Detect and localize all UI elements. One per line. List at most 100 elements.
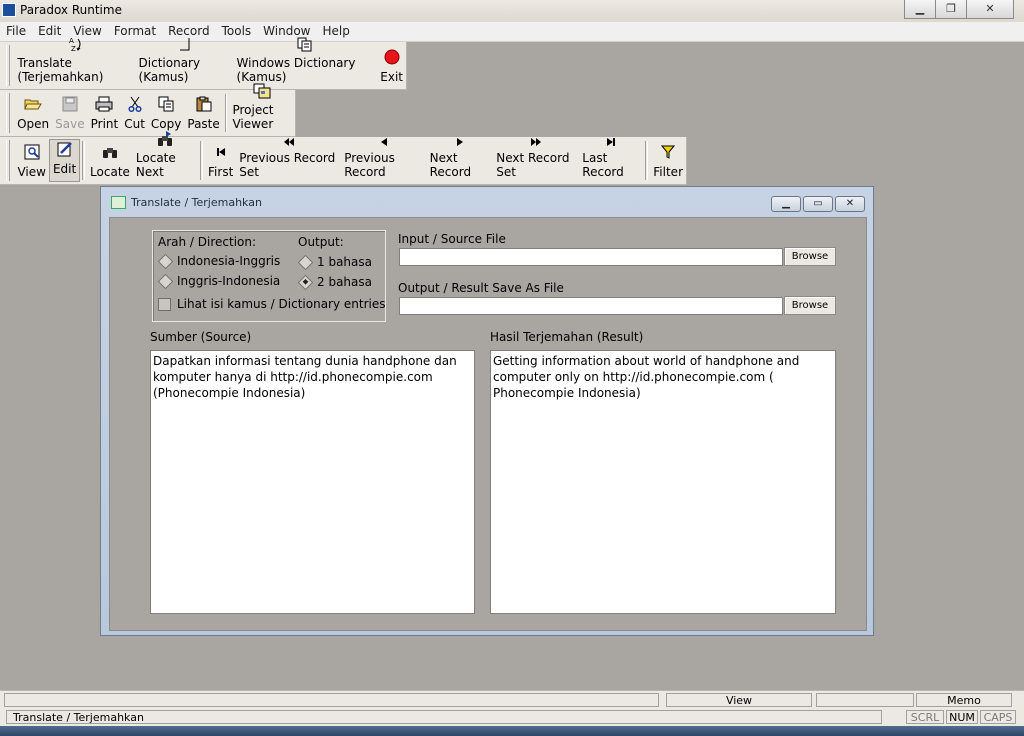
project-viewer-icon xyxy=(253,83,271,99)
exit-button[interactable]: Exit xyxy=(377,42,406,89)
project-viewer-button[interactable]: Project Viewer xyxy=(229,83,295,136)
status-caps: CAPS xyxy=(980,710,1016,724)
edit-button[interactable]: Edit xyxy=(48,139,81,182)
options-group: Arah / Direction: Output: Indonesia-Ingg… xyxy=(152,230,386,322)
radio-2-bahasa[interactable]: 2 bahasa xyxy=(297,274,372,290)
taskbar xyxy=(0,726,1024,736)
close-button[interactable]: ✕ xyxy=(966,0,1014,19)
printer-icon xyxy=(95,95,113,113)
output-label: Output: xyxy=(298,235,344,249)
binoculars-icon xyxy=(102,143,118,161)
menu-format[interactable]: Format xyxy=(108,22,162,38)
title-bar: Paradox Runtime ▁ ❐ ✕ xyxy=(0,0,1024,22)
status-mode: View xyxy=(666,693,812,707)
dialog-body: Arah / Direction: Output: Indonesia-Ingg… xyxy=(109,217,867,631)
view-button[interactable]: View xyxy=(14,137,48,184)
previous-icon xyxy=(380,137,388,147)
paste-clipboard-icon xyxy=(196,95,212,113)
next-record-button[interactable]: Next Record xyxy=(427,137,494,184)
status-bar-lower: Translate / Terjemahkan SCRL NUM CAPS xyxy=(0,708,1024,726)
open-button[interactable]: Open xyxy=(14,90,52,136)
toolbar-separator xyxy=(645,141,649,180)
first-record-button[interactable]: First xyxy=(205,137,236,184)
first-record-icon xyxy=(216,143,226,161)
radio-1-bahasa[interactable]: 1 bahasa xyxy=(297,254,372,270)
previous-set-icon xyxy=(283,137,295,147)
dialog-restore-button[interactable]: ▭ xyxy=(803,196,833,212)
previous-record-set-button[interactable]: Previous Record Set xyxy=(236,137,341,184)
radio-indicator xyxy=(157,273,174,289)
input-browse-button[interactable]: Browse xyxy=(784,247,836,266)
output-browse-button[interactable]: Browse xyxy=(784,296,836,315)
result-textarea[interactable]: Getting information about world of handp… xyxy=(490,350,836,614)
dialog-minimize-button[interactable]: ▁ xyxy=(771,196,801,212)
restore-button[interactable]: ❐ xyxy=(935,0,967,19)
next-icon xyxy=(456,137,464,147)
dialog-title: Translate / Terjemahkan xyxy=(131,196,262,209)
filter-button[interactable]: Filter xyxy=(650,137,686,184)
windows-dictionary-icon xyxy=(297,36,313,52)
save-icon xyxy=(62,95,78,113)
locate-next-button[interactable]: Locate Next xyxy=(133,131,198,184)
menu-bar: File Edit View Format Record Tools Window Help xyxy=(0,22,1024,42)
radio-indicator xyxy=(157,253,174,269)
status-form-name: Translate / Terjemahkan xyxy=(6,710,882,724)
scissors-icon xyxy=(128,95,142,113)
menu-edit[interactable]: Edit xyxy=(32,22,67,38)
dictionary-entries-checkbox[interactable]: Lihat isi kamus / Dictionary entries xyxy=(158,297,386,311)
save-button[interactable]: Save xyxy=(52,90,87,136)
toolbar-main: AZ Translate (Terjemahkan) Dictionary (K… xyxy=(0,37,407,90)
toolbar-separator xyxy=(82,141,86,180)
print-button[interactable]: Print xyxy=(88,90,122,136)
radio-indicator xyxy=(297,254,314,270)
menu-help[interactable]: Help xyxy=(316,22,355,38)
toolbar-file: Open Save Print Cut Copy Paste Project V… xyxy=(0,83,296,137)
status-bar: View Memo xyxy=(0,690,1024,709)
previous-record-button[interactable]: Previous Record xyxy=(341,137,426,184)
app-icon xyxy=(2,3,16,17)
source-textarea[interactable]: Dapatkan informasi tentang dunia handpho… xyxy=(150,350,475,614)
binoculars-next-icon xyxy=(157,131,175,147)
translate-icon: AZ xyxy=(67,36,83,52)
edit-pencil-icon xyxy=(57,140,73,158)
input-file-label: Input / Source File xyxy=(398,232,506,246)
checkbox-box xyxy=(158,297,171,311)
toolbar-records: View Edit Locate Locate Next First Previ… xyxy=(0,131,687,185)
input-file-field[interactable] xyxy=(399,248,783,266)
form-icon xyxy=(111,196,126,209)
locate-button[interactable]: Locate xyxy=(87,137,133,184)
output-file-field[interactable] xyxy=(399,297,783,315)
menu-file[interactable]: File xyxy=(0,22,32,38)
radio-indonesia-inggris[interactable]: Indonesia-Inggris xyxy=(157,253,280,269)
status-empty xyxy=(816,693,914,707)
toolbar-separator xyxy=(200,141,204,180)
status-message xyxy=(4,693,659,707)
output-file-label: Output / Result Save As File xyxy=(398,281,564,295)
next-set-icon xyxy=(530,137,542,147)
dictionary-button[interactable]: Dictionary (Kamus) xyxy=(136,38,234,89)
exit-icon xyxy=(384,48,400,66)
source-label: Sumber (Source) xyxy=(150,330,252,344)
direction-label: Arah / Direction: xyxy=(158,235,257,249)
svg-text:A: A xyxy=(69,37,74,45)
next-record-set-button[interactable]: Next Record Set xyxy=(493,137,579,184)
dictionary-icon xyxy=(177,36,193,52)
last-record-icon xyxy=(606,137,616,147)
copy-button[interactable]: Copy xyxy=(148,90,184,136)
windows-dictionary-button[interactable]: Windows Dictionary (Kamus) xyxy=(234,37,378,89)
radio-inggris-indonesia[interactable]: Inggris-Indonesia xyxy=(157,273,280,289)
paste-button[interactable]: Paste xyxy=(184,90,222,136)
cut-button[interactable]: Cut xyxy=(121,90,148,136)
menu-tools[interactable]: Tools xyxy=(216,22,258,38)
last-record-button[interactable]: Last Record xyxy=(579,137,643,184)
dialog-close-button[interactable]: ✕ xyxy=(835,196,865,212)
open-folder-icon xyxy=(24,95,42,113)
translate-dialog: Translate / Terjemahkan ▁ ▭ ✕ Arah / Dir… xyxy=(100,186,874,636)
translate-button[interactable]: AZ Translate (Terjemahkan) xyxy=(14,37,135,89)
status-scrl: SCRL xyxy=(906,710,944,724)
toolbar-separator xyxy=(224,94,228,132)
minimize-button[interactable]: ▁ xyxy=(904,0,936,19)
copy-icon xyxy=(158,95,174,113)
view-form-icon xyxy=(24,143,40,161)
filter-funnel-icon xyxy=(661,143,676,161)
